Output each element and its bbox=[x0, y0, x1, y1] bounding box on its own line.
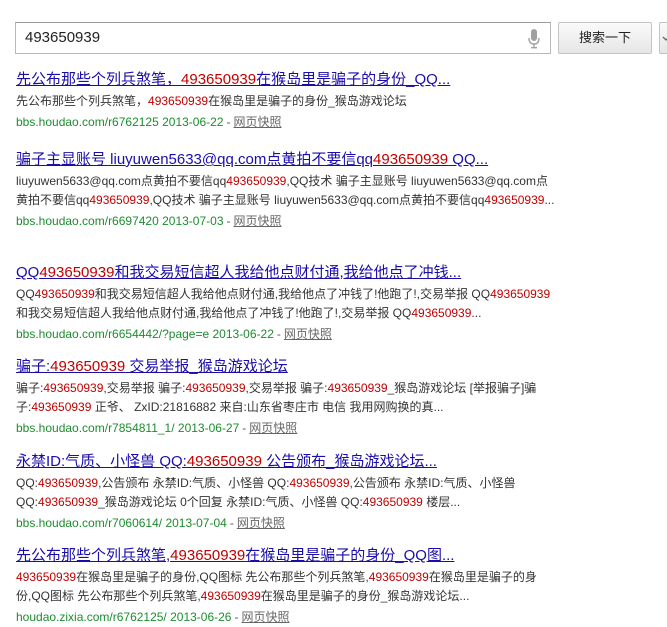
text-segment: QQ... bbox=[448, 151, 489, 168]
keyword-highlight: 493650939 bbox=[490, 287, 551, 301]
text-segment: _猴岛游戏论坛 0个回复 永禁ID:气质、小怪兽 QQ: bbox=[98, 495, 363, 509]
keyword-highlight: 493650939 bbox=[373, 151, 449, 168]
text-segment: ,交易举报 骗子: bbox=[103, 381, 186, 395]
text-segment: 正爷、 ZxID:21816882 来自:山东省枣庄市 电信 我用网购换的真..… bbox=[91, 400, 444, 414]
text-segment: 在猴岛里是骗子的身份_QQ图... bbox=[245, 547, 455, 564]
result-title-link[interactable]: 骗子:493650939 交易举报_猴岛游戏论坛 bbox=[16, 357, 656, 377]
keyword-highlight: 493650939 bbox=[200, 589, 261, 603]
result-url: bbs.houdao.com/r7060614/ 2013-07-04 bbox=[16, 516, 227, 530]
text-segment: 骗子: bbox=[16, 381, 44, 395]
text-segment: QQ: bbox=[16, 476, 39, 490]
search-query-text: 493650939 bbox=[25, 29, 101, 46]
cache-link[interactable]: 网页快照 bbox=[234, 214, 282, 228]
keyword-highlight: 493650939 bbox=[34, 287, 95, 301]
keyword-highlight: 493650939 bbox=[484, 193, 545, 207]
text-segment: 公告颁布_猴岛游戏论坛... bbox=[261, 453, 437, 470]
result-item: 先公布那些个列兵煞笔,493650939在猴岛里是骗子的身份_QQ图... 49… bbox=[16, 546, 656, 627]
result-title-link[interactable]: 先公布那些个列兵煞笔，493650939在猴岛里是骗子的身份_QQ... bbox=[16, 70, 656, 90]
keyword-highlight: 493650939 bbox=[50, 358, 126, 375]
result-title-link[interactable]: 永禁ID:气质、小怪兽 QQ:493650939 公告颁布_猴岛游戏论坛... bbox=[16, 452, 656, 472]
text-segment: 楼层... bbox=[422, 495, 461, 509]
text-segment: 先公布那些个列兵煞笔， bbox=[16, 71, 182, 88]
result-url: bbs.houdao.com/r6697420 2013-07-03 bbox=[16, 214, 224, 228]
result-url: bbs.houdao.com/r6654442/?page=e 2013-06-… bbox=[16, 327, 274, 341]
keyword-highlight: 493650939 bbox=[38, 495, 99, 509]
result-item: 永禁ID:气质、小怪兽 QQ:493650939 公告颁布_猴岛游戏论坛... … bbox=[16, 452, 656, 533]
text-segment: ,公告颁布 永禁ID:气质、小怪兽 QQ: bbox=[98, 476, 290, 490]
text-segment: 和我交易短信超人我给他点财付通,我给他点了冲钱... bbox=[114, 264, 462, 281]
text-segment: 永禁ID:气质、小怪兽 QQ: bbox=[16, 453, 187, 470]
result-cite: bbs.houdao.com/r7854811_1/ 2013-06-27- 网页… bbox=[16, 421, 298, 435]
keyword-highlight: 493650939 bbox=[38, 476, 99, 490]
search-input[interactable]: 493650939 bbox=[15, 22, 551, 54]
cache-link[interactable]: 网页快照 bbox=[241, 610, 289, 624]
search-button[interactable]: 搜索一下 bbox=[558, 22, 652, 54]
keyword-highlight: 493650939 bbox=[186, 453, 262, 470]
result-title-link[interactable]: 先公布那些个列兵煞笔,493650939在猴岛里是骗子的身份_QQ图... bbox=[16, 546, 656, 566]
result-cite: bbs.houdao.com/r6654442/?page=e 2013-06-… bbox=[16, 327, 332, 341]
text-segment: 在猴岛里是骗子的身份_猴岛游戏论坛 bbox=[208, 94, 407, 108]
keyword-highlight: 493650939 bbox=[170, 547, 246, 564]
chevron-icon bbox=[662, 36, 667, 41]
result-item: 骗子:493650939 交易举报_猴岛游戏论坛 骗子:493650939,交易… bbox=[16, 357, 656, 438]
result-url: houdao.zixia.com/r6762125/ 2013-06-26 bbox=[16, 610, 232, 624]
keyword-highlight: 493650939 bbox=[368, 570, 429, 584]
text-segment: 和我交易短信超人我给他点财付通,我给他点了冲钱了!他跑了!,交易举报 QQ bbox=[16, 306, 412, 320]
keyword-highlight: 493650939 bbox=[89, 193, 150, 207]
text-segment: 交易举报_猴岛游戏论坛 bbox=[125, 358, 288, 375]
text-segment: ,交易举报 骗子: bbox=[245, 381, 328, 395]
result-snippet: QQ:493650939,公告颁布 永禁ID:气质、小怪兽 QQ:4936509… bbox=[16, 474, 556, 512]
result-snippet: 骗子:493650939,交易举报 骗子:493650939,交易举报 骗子:4… bbox=[16, 379, 556, 417]
result-snippet: 493650939在猴岛里是骗子的身份,QQ图标 先公布那些个列兵煞笔,4936… bbox=[16, 568, 556, 606]
keyword-highlight: 493650939 bbox=[16, 570, 77, 584]
text-segment: 骗子: bbox=[16, 358, 51, 375]
cache-link[interactable]: 网页快照 bbox=[284, 327, 332, 341]
result-item: 骗子主显账号 liuyuwen5633@qq.com点黄拍不要信qq493650… bbox=[16, 150, 656, 231]
text-segment: QQ bbox=[16, 287, 35, 301]
result-snippet: 先公布那些个列兵煞笔，493650939在猴岛里是骗子的身份_猴岛游戏论坛 bbox=[16, 92, 556, 111]
result-title-link[interactable]: 骗子主显账号 liuyuwen5633@qq.com点黄拍不要信qq493650… bbox=[16, 150, 656, 170]
result-title-link[interactable]: QQ493650939和我交易短信超人我给他点财付通,我给他点了冲钱... bbox=[16, 263, 656, 283]
keyword-highlight: 493650939 bbox=[411, 306, 472, 320]
keyword-highlight: 493650939 bbox=[362, 495, 423, 509]
keyword-highlight: 493650939 bbox=[185, 381, 246, 395]
result-cite: bbs.houdao.com/r6697420 2013-07-03- 网页快照 bbox=[16, 214, 282, 228]
result-snippet: liuyuwen5633@qq.com点黄拍不要信qq493650939,QQ技… bbox=[16, 172, 556, 210]
keyword-highlight: 493650939 bbox=[39, 264, 115, 281]
text-segment: 先公布那些个列兵煞笔， bbox=[16, 94, 149, 108]
text-segment: ... bbox=[544, 193, 555, 207]
text-segment: 骗子主显账号 liuyuwen5633@qq.com点黄拍不要信qq bbox=[16, 151, 374, 168]
cache-link[interactable]: 网页快照 bbox=[249, 421, 297, 435]
keyword-highlight: 493650939 bbox=[289, 476, 350, 490]
keyword-highlight: 493650939 bbox=[31, 400, 92, 414]
result-item: QQ493650939和我交易短信超人我给他点财付通,我给他点了冲钱... QQ… bbox=[16, 263, 656, 344]
cache-link[interactable]: 网页快照 bbox=[234, 115, 282, 129]
text-segment: ... bbox=[471, 306, 482, 320]
result-snippet: QQ493650939和我交易短信超人我给他点财付通,我给他点了冲钱了!他跑了!… bbox=[16, 285, 556, 323]
microphone-icon[interactable] bbox=[528, 29, 540, 49]
text-segment: 先公布那些个列兵煞笔, bbox=[16, 547, 171, 564]
result-url: bbs.houdao.com/r7854811_1/ 2013-06-27 bbox=[16, 421, 240, 435]
keyword-highlight: 493650939 bbox=[43, 381, 104, 395]
result-url: bbs.houdao.com/r6762125 2013-06-22 bbox=[16, 115, 224, 129]
text-segment: ,QQ技术 骗子主显账号 liuyuwen5633@qq.com点黄拍不要信qq bbox=[149, 193, 485, 207]
more-options-button[interactable] bbox=[659, 22, 667, 54]
result-cite: houdao.zixia.com/r6762125/ 2013-06-26- 网页… bbox=[16, 610, 290, 624]
keyword-highlight: 493650939 bbox=[181, 71, 257, 88]
text-segment: 在猴岛里是骗子的身份_猴岛游戏论坛... bbox=[260, 589, 470, 603]
keyword-highlight: 493650939 bbox=[226, 174, 287, 188]
result-cite: bbs.houdao.com/r7060614/ 2013-07-04- 网页快照 bbox=[16, 516, 285, 530]
text-segment: 和我交易短信超人我给他点财付通,我给他点了冲钱了!他跑了!,交易举报 QQ bbox=[94, 287, 491, 301]
keyword-highlight: 493650939 bbox=[327, 381, 388, 395]
result-cite: bbs.houdao.com/r6762125 2013-06-22- 网页快照 bbox=[16, 115, 282, 129]
text-segment: QQ bbox=[16, 264, 40, 281]
text-segment: 在猴岛里是骗子的身份,QQ图标 先公布那些个列兵煞笔, bbox=[76, 570, 369, 584]
keyword-highlight: 493650939 bbox=[148, 94, 209, 108]
text-segment: liuyuwen5633@qq.com点黄拍不要信qq bbox=[16, 174, 227, 188]
result-item: 先公布那些个列兵煞笔，493650939在猴岛里是骗子的身份_QQ... 先公布… bbox=[16, 70, 656, 132]
cache-link[interactable]: 网页快照 bbox=[237, 516, 285, 530]
text-segment: 在猴岛里是骗子的身份_QQ... bbox=[256, 71, 451, 88]
